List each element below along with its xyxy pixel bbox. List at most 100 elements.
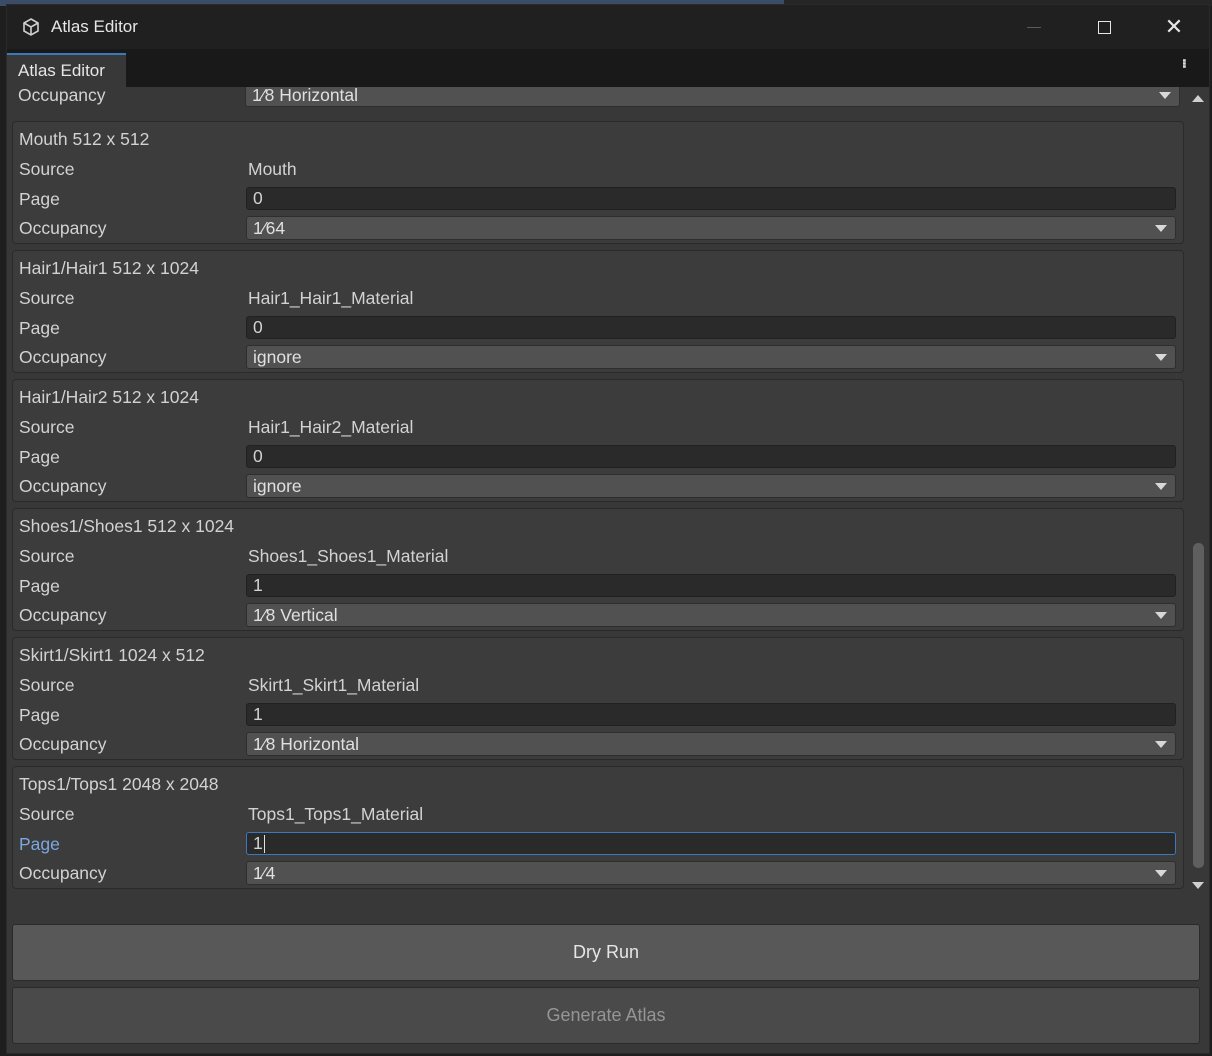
entry-header: Hair1/Hair1 512 x 1024 xyxy=(19,253,1183,283)
chevron-down-icon xyxy=(1155,870,1167,877)
page-value: 0 xyxy=(253,446,263,466)
title-bar[interactable]: Atlas Editor ✕ xyxy=(7,5,1209,49)
entry-title: Hair1/Hair2 512 x 1024 xyxy=(19,386,199,407)
page-value: 0 xyxy=(253,188,263,208)
occupancy-value: 1⁄8 Vertical xyxy=(253,604,338,625)
more-options-icon[interactable]: ··· xyxy=(1174,58,1194,67)
occupancy-label: Occupancy xyxy=(19,733,107,754)
source-label: Source xyxy=(19,287,75,308)
page-row: Page 1 xyxy=(19,571,1183,601)
dry-run-button[interactable]: Dry Run xyxy=(12,924,1200,981)
page-label[interactable]: Page xyxy=(19,576,244,597)
inspector-content: Occupancy 1⁄8 Horizontal Mouth 512 x 512… xyxy=(7,87,1209,897)
scrollbar-thumb[interactable] xyxy=(1193,543,1204,868)
source-row: Source Hair1_Hair1_Material xyxy=(19,283,1183,313)
source-label: Source xyxy=(19,158,75,179)
page-row: Page 0 xyxy=(19,313,1183,343)
occupancy-value: 1⁄4 xyxy=(253,862,276,883)
source-label: Source xyxy=(19,545,75,566)
page-value: 1 xyxy=(253,704,263,724)
page-label[interactable]: Page xyxy=(19,705,244,726)
source-label: Source xyxy=(19,803,75,824)
source-label: Source xyxy=(19,674,75,695)
occupancy-value: ignore xyxy=(253,346,302,367)
window-controls: ✕ xyxy=(999,5,1209,49)
occupancy-dropdown[interactable]: 1⁄8 Horizontal xyxy=(245,87,1180,107)
source-value: Hair1_Hair2_Material xyxy=(248,416,414,437)
occupancy-row: Occupancy 1⁄4 xyxy=(19,858,1183,888)
source-row: Source Shoes1_Shoes1_Material xyxy=(19,541,1183,571)
occupancy-label: Occupancy xyxy=(19,604,107,625)
scroll-up-icon[interactable] xyxy=(1192,95,1204,102)
page-label[interactable]: Page xyxy=(19,189,244,210)
minimize-button[interactable] xyxy=(999,5,1069,49)
occupancy-dropdown[interactable]: 1⁄8 Horizontal xyxy=(246,732,1176,756)
page-input[interactable]: 0 xyxy=(246,316,1176,339)
chevron-down-icon xyxy=(1155,741,1167,748)
occupancy-dropdown[interactable]: 1⁄8 Vertical xyxy=(246,603,1176,627)
minimize-icon xyxy=(1027,26,1041,28)
unity-cube-icon xyxy=(23,18,39,36)
chevron-down-icon xyxy=(1155,354,1167,361)
scroll-down-icon[interactable] xyxy=(1192,882,1204,889)
editor-window: Atlas Editor ✕ Atlas Editor ··· Occupanc… xyxy=(6,4,1210,1054)
tab-atlas-editor[interactable]: Atlas Editor xyxy=(7,53,126,87)
source-value: Tops1_Tops1_Material xyxy=(248,803,424,824)
entry-title: Hair1/Hair1 512 x 1024 xyxy=(19,257,199,278)
page-input[interactable]: 1 xyxy=(246,832,1176,855)
page-value: 1 xyxy=(253,575,263,595)
close-icon: ✕ xyxy=(1164,14,1184,39)
page-input[interactable]: 0 xyxy=(246,187,1176,210)
page-input[interactable]: 1 xyxy=(246,703,1176,726)
page-row: Page 0 xyxy=(19,184,1183,214)
atlas-entry: Skirt1/Skirt1 1024 x 512 Source Skirt1_S… xyxy=(12,637,1184,760)
entry-header: Tops1/Tops1 2048 x 2048 xyxy=(19,769,1183,799)
page-input[interactable]: 1 xyxy=(246,574,1176,597)
entry-header: Shoes1/Shoes1 512 x 1024 xyxy=(19,511,1183,541)
source-value: Shoes1_Shoes1_Material xyxy=(248,545,449,566)
entry-title: Tops1/Tops1 2048 x 2048 xyxy=(19,773,219,794)
source-value: Mouth xyxy=(248,158,297,179)
occupancy-dropdown[interactable]: ignore xyxy=(246,474,1176,498)
chevron-down-icon xyxy=(1155,225,1167,232)
entry-header: Skirt1/Skirt1 1024 x 512 xyxy=(19,640,1183,670)
occupancy-dropdown[interactable]: 1⁄64 xyxy=(246,216,1176,240)
occupancy-value: 1⁄64 xyxy=(253,217,286,238)
window-title: Atlas Editor xyxy=(51,17,138,36)
close-button[interactable]: ✕ xyxy=(1139,5,1209,49)
page-value: 0 xyxy=(253,317,263,337)
entry-header: Hair1/Hair2 512 x 1024 xyxy=(19,382,1183,412)
source-value: Skirt1_Skirt1_Material xyxy=(248,674,420,695)
entry-title: Mouth 512 x 512 xyxy=(19,128,150,149)
page-value: 1 xyxy=(253,833,263,853)
source-row: Source Hair1_Hair2_Material xyxy=(19,412,1183,442)
source-row: Source Skirt1_Skirt1_Material xyxy=(19,670,1183,700)
atlas-entry: Tops1/Tops1 2048 x 2048 Source Tops1_Top… xyxy=(12,766,1184,889)
occupancy-row: Occupancy 1⁄64 xyxy=(19,213,1183,243)
occupancy-row: Occupancy ignore xyxy=(19,342,1183,372)
occupancy-label: Occupancy xyxy=(19,475,107,496)
entry-title: Shoes1/Shoes1 512 x 1024 xyxy=(19,515,235,536)
occupancy-value: ignore xyxy=(253,475,302,496)
page-row: Page 1 xyxy=(19,700,1183,730)
page-label[interactable]: Page xyxy=(19,834,244,855)
entry-title: Skirt1/Skirt1 1024 x 512 xyxy=(19,644,205,665)
occupancy-dropdown[interactable]: ignore xyxy=(246,345,1176,369)
page-label[interactable]: Page xyxy=(19,447,244,468)
occupancy-row: Occupancy 1⁄8 Horizontal xyxy=(19,729,1183,759)
vertical-scrollbar[interactable] xyxy=(1187,87,1209,897)
entry-header: Mouth 512 x 512 xyxy=(19,124,1183,154)
tab-bar: Atlas Editor ··· xyxy=(7,49,1209,87)
occupancy-dropdown[interactable]: 1⁄4 xyxy=(246,861,1176,885)
source-value: Hair1_Hair1_Material xyxy=(248,287,414,308)
page-label[interactable]: Page xyxy=(19,318,244,339)
generate-atlas-button[interactable]: Generate Atlas xyxy=(12,987,1200,1044)
occupancy-value: 1⁄8 Horizontal xyxy=(253,733,360,754)
occupancy-row: Occupancy 1⁄8 Vertical xyxy=(19,600,1183,630)
occupancy-label: Occupancy xyxy=(18,87,106,105)
maximize-button[interactable] xyxy=(1069,5,1139,49)
scroll-view[interactable]: Occupancy 1⁄8 Horizontal Mouth 512 x 512… xyxy=(7,87,1187,897)
chevron-down-icon xyxy=(1159,92,1171,99)
atlas-entry: Shoes1/Shoes1 512 x 1024 Source Shoes1_S… xyxy=(12,508,1184,631)
page-input[interactable]: 0 xyxy=(246,445,1176,468)
